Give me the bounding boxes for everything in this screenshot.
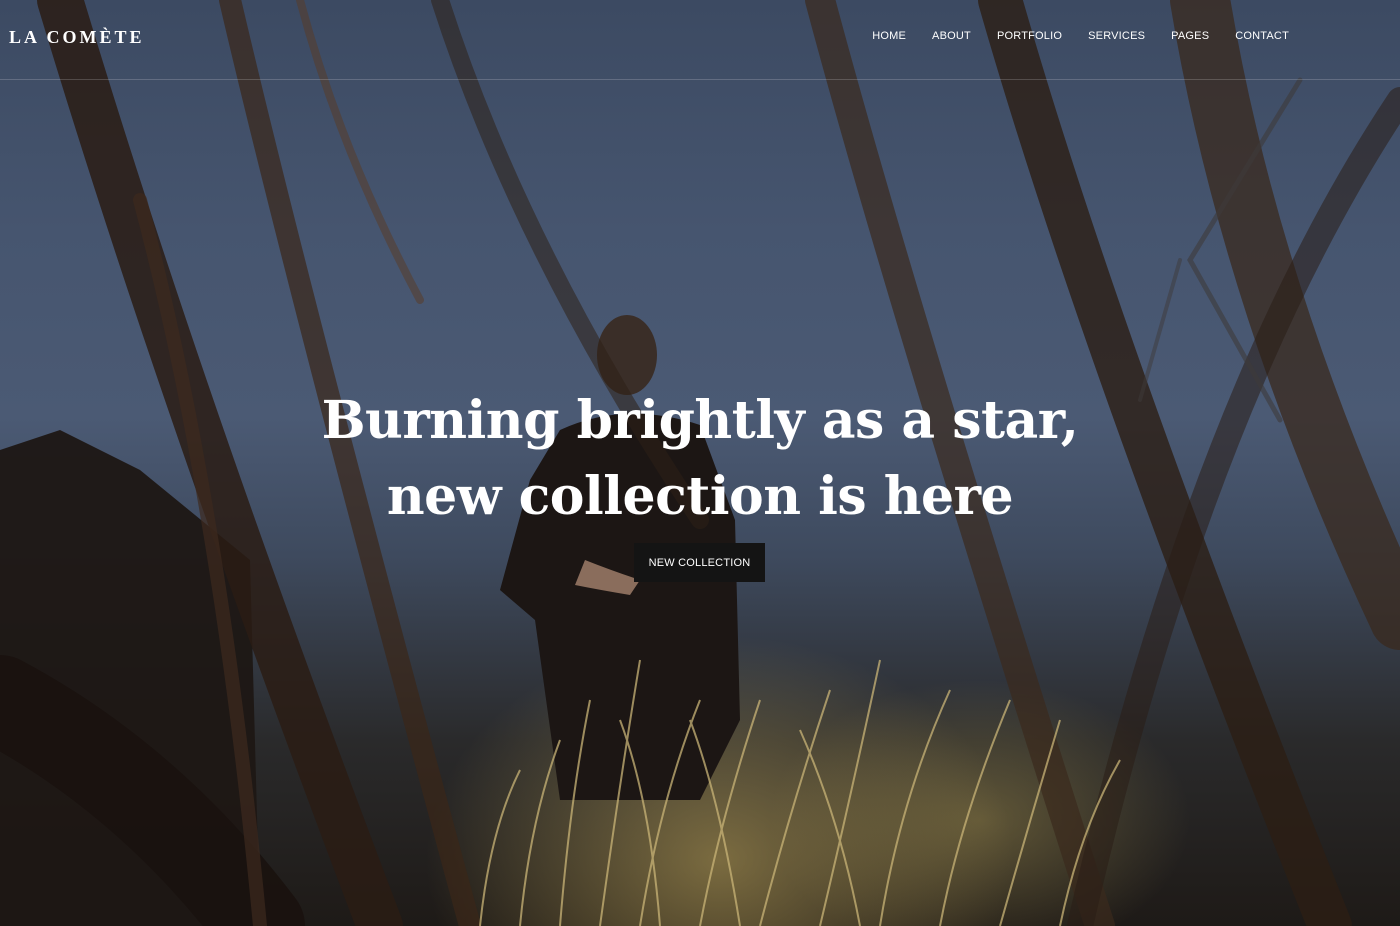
- new-collection-button[interactable]: NEW COLLECTION: [634, 543, 765, 582]
- nav-item-contact[interactable]: CONTACT: [1235, 30, 1289, 42]
- nav-item-services[interactable]: SERVICES: [1088, 30, 1145, 42]
- hero-headline: Burning brightly as a star, new collecti…: [300, 383, 1100, 535]
- site-logo[interactable]: LA COMÈTE: [9, 27, 145, 48]
- site-header: LA COMÈTE HOME ABOUT PORTFOLIO SERVICES …: [0, 0, 1400, 80]
- hero-headline-line-2: new collection is here: [386, 465, 1014, 527]
- hero-headline-line-1: Burning brightly as a star,: [321, 389, 1079, 451]
- nav-item-home[interactable]: HOME: [872, 30, 906, 42]
- page: LA COMÈTE HOME ABOUT PORTFOLIO SERVICES …: [0, 0, 1400, 926]
- main-nav: HOME ABOUT PORTFOLIO SERVICES PAGES CONT…: [872, 30, 1289, 42]
- nav-item-pages[interactable]: PAGES: [1171, 30, 1209, 42]
- nav-item-about[interactable]: ABOUT: [932, 30, 971, 42]
- nav-item-portfolio[interactable]: PORTFOLIO: [997, 30, 1062, 42]
